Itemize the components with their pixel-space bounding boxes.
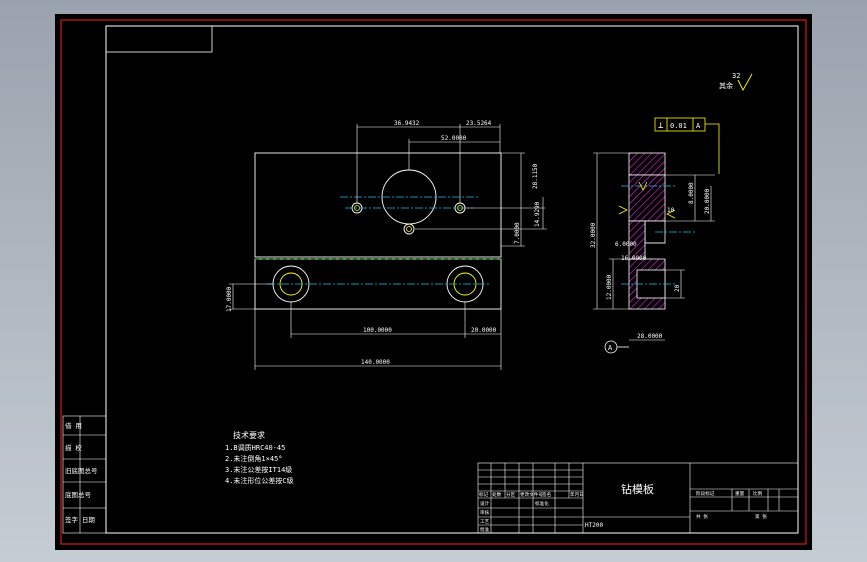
tb-cell-13: 比例 — [753, 490, 763, 497]
side-dim-6: 16.0000 — [621, 255, 647, 262]
drawing-title: 钻模板 — [621, 482, 654, 496]
roughness-label: 其余 — [719, 81, 733, 90]
gdt-symbol: ⊥ — [658, 121, 664, 131]
left-label-2: 旧底图总号 — [65, 466, 98, 475]
dim-right-1: 28.1150 — [532, 163, 539, 189]
side-dim-8: 28.0000 — [637, 333, 663, 340]
dim-bottom-1: 100.0000 — [363, 327, 392, 334]
dim-top-3: 52.0000 — [441, 135, 467, 142]
dim-bottom-2: 20.0000 — [471, 327, 497, 334]
sheet-border — [60, 19, 807, 545]
left-label-3: 底图总号 — [65, 490, 92, 499]
side-dim-4: 20.0000 — [704, 188, 711, 214]
dim-right-2: 14.9290 — [534, 201, 541, 227]
tb-cell-7: 标准化 — [535, 500, 549, 507]
section-upper-body — [628, 174, 666, 222]
tb-cell-5: 年月日 — [570, 491, 584, 498]
title-block — [477, 462, 799, 534]
tb-cell-1: 处数 — [492, 491, 502, 498]
pin-hole-bottom — [403, 223, 415, 235]
tb-cell-15: 第 张 — [755, 513, 767, 520]
left-label-0: 借 用 — [65, 421, 82, 430]
tb-cell-11: 阶段标记 — [696, 490, 715, 497]
dim-bottom-3: 140.0000 — [361, 359, 390, 366]
tb-cell-12: 重量 — [735, 490, 745, 497]
roughness-symbol: 32 其余 — [719, 72, 753, 91]
top-left-code-box — [105, 25, 213, 53]
roughness-mark-2 — [618, 205, 628, 215]
side-dim-7: 20 — [674, 284, 681, 292]
note-3: 3.未注公差按IT14级 — [225, 465, 292, 474]
gdt-value: 0.01 — [670, 122, 687, 130]
tb-cell-10: 批准 — [480, 526, 490, 533]
cad-viewport[interactable]: 借 用 描 校 旧底图总号 底图总号 签字 日期 36.9432 23.5264… — [55, 14, 812, 550]
note-title: 技术要求 — [233, 430, 265, 440]
dim-left-1: 17.0000 — [226, 286, 233, 312]
side-dim-5: 8.0000 — [688, 182, 695, 204]
side-dim-9: 10 — [667, 207, 675, 214]
section-web — [628, 220, 646, 260]
side-dim-3: 6.0000 — [615, 241, 637, 248]
note-1: 1.B调质HRC40-45 — [225, 443, 285, 452]
side-dim-2: 12.0000 — [606, 274, 613, 300]
front-view — [254, 152, 502, 310]
tb-cell-2: 分区 — [506, 491, 516, 498]
material-note: HT200 — [585, 522, 603, 529]
roughness-value: 32 — [732, 72, 740, 80]
dim-right-3: 7.0000 — [514, 222, 521, 244]
dim-top-1: 36.9432 — [394, 120, 420, 127]
gdt-ref: A — [696, 122, 701, 130]
gdt-leader — [705, 123, 720, 174]
note-4: 4.未注形位公差按C级 — [225, 476, 294, 485]
tb-cell-4: 签名 — [542, 491, 551, 498]
tb-cell-14: 共 张 — [696, 513, 708, 520]
tb-cell-0: 标记 — [479, 491, 489, 498]
datum-label: A — [608, 344, 613, 352]
dim-top-2: 23.5264 — [466, 120, 492, 127]
left-label-1: 描 校 — [65, 443, 82, 452]
side-dim-1: 32.0000 — [590, 222, 597, 248]
section-upper-left — [628, 152, 666, 176]
note-2: 2.未注倒角1×45° — [225, 454, 283, 463]
drawing-sheet: 借 用 描 校 旧底图总号 底图总号 签字 日期 36.9432 23.5264… — [60, 19, 807, 545]
tb-cell-9: 工艺 — [480, 519, 490, 525]
left-label-4: 签字 日期 — [65, 515, 95, 524]
tb-cell-8: 审核 — [480, 509, 490, 516]
pin-hole-bottom-inner — [406, 226, 412, 232]
drawing-frame — [105, 25, 799, 534]
technical-notes: 技术要求 1.B调质HRC40-45 2.未注倒角1×45° 3.未注公差按IT… — [225, 430, 294, 485]
tb-cell-6: 设计 — [480, 500, 490, 507]
tb-cell-3: 更改文件号 — [520, 491, 543, 498]
